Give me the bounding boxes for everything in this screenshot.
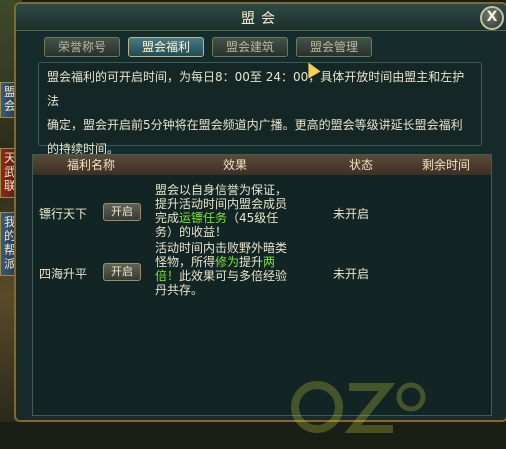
watermark-logo-icon	[291, 381, 426, 433]
highlight-text: 运镖任务	[179, 211, 228, 225]
welfare-name: 四海升平	[39, 267, 88, 281]
effect-line: 务）的收益！	[155, 225, 228, 239]
league-window: 盟会 X 荣誉称号 盟会福利 盟会建筑 盟会管理 盟会福利的可开启时间，为每日8…	[14, 2, 506, 433]
effect-line: 完成运镖任务（45级任	[155, 211, 279, 225]
table-header: 福利名称 效果 状态 剩余时间	[33, 155, 491, 175]
description-line: 确定，盟会开启前5分钟将在盟会频道内广播。更高的盟会等级讲延长盟会福利	[47, 118, 463, 132]
welfare-table: 福利名称 效果 状态 剩余时间 镖行天下 开启 盟会以自身信誉为保证， 提升活动…	[32, 154, 492, 433]
status-text: 未开启	[333, 267, 370, 281]
welfare-effect: 活动时间内击败野外暗类 怪物，所得修为提升两 倍！此效果可与多倍经验 丹共存。	[155, 241, 313, 297]
tab-honor-title[interactable]: 荣誉称号	[44, 37, 120, 57]
header-remaining-time: 剩余时间	[421, 158, 470, 172]
open-button[interactable]: 开启	[103, 203, 141, 221]
tab-league-welfare[interactable]: 盟会福利	[128, 37, 204, 57]
highlight-text: 两	[263, 255, 276, 269]
tab-league-buildings[interactable]: 盟会建筑	[212, 37, 288, 57]
table-row: 镖行天下 开启 盟会以自身信誉为保证， 提升活动时间内盟会成员 完成运镖任务（4…	[33, 183, 491, 243]
effect-line: 活动时间内击败野外暗类	[155, 241, 288, 255]
header-effect: 效果	[222, 158, 247, 172]
effect-line: 盟会以自身信誉为保证，	[155, 183, 288, 197]
header-status: 状态	[348, 158, 373, 172]
welfare-name: 镖行天下	[39, 207, 88, 221]
effect-line: 怪物，所得修为提升两	[155, 255, 276, 269]
table-row: 四海升平 开启 活动时间内击败野外暗类 怪物，所得修为提升两 倍！此效果可与多倍…	[33, 241, 491, 301]
effect-line: 丹共存。	[155, 283, 204, 297]
welfare-description: 盟会福利的可开启时间，为每日8：00至 24：00，具体开放时间由盟主和左护法 …	[38, 62, 482, 156]
open-button[interactable]: 开启	[103, 263, 141, 281]
effect-line: 倍！此效果可与多倍经验	[155, 269, 288, 283]
window-title: 盟会	[241, 11, 281, 27]
highlight-text: 修为	[215, 255, 240, 269]
title-bar: 盟会 X	[16, 4, 506, 31]
effect-line: 提升活动时间内盟会成员	[155, 197, 288, 211]
highlight-text: 倍！	[155, 269, 180, 283]
tab-league-management[interactable]: 盟会管理	[296, 37, 372, 57]
close-icon[interactable]: X	[480, 6, 504, 30]
status-text: 未开启	[333, 207, 370, 221]
header-welfare-name: 福利名称	[66, 158, 115, 172]
description-line: 盟会福利的可开启时间，为每日8：00至 24：00，具体开放时间由盟主和左护法	[47, 70, 465, 108]
welfare-effect: 盟会以自身信誉为保证， 提升活动时间内盟会成员 完成运镖任务（45级任 务）的收…	[155, 183, 313, 239]
